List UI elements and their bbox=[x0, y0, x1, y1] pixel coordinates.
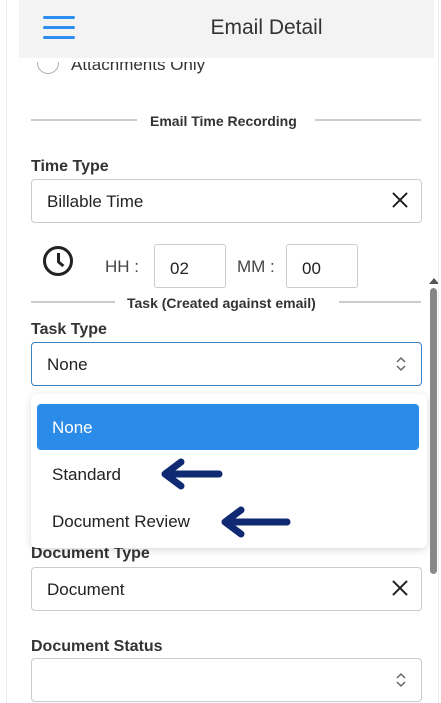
document-status-label: Document Status bbox=[31, 638, 163, 655]
header-bar: Email Detail bbox=[19, 0, 434, 58]
option-label: None bbox=[52, 418, 93, 437]
divider-right bbox=[339, 301, 421, 303]
clear-icon[interactable] bbox=[391, 579, 409, 597]
clock-icon bbox=[43, 246, 73, 276]
select-chevron-icon bbox=[396, 356, 406, 372]
minutes-input[interactable]: 00 bbox=[286, 244, 358, 288]
option-none[interactable]: None bbox=[37, 404, 419, 450]
document-type-value: Document bbox=[47, 580, 125, 599]
document-status-select[interactable] bbox=[31, 658, 422, 702]
divider-right bbox=[315, 119, 421, 121]
minutes-value: 00 bbox=[302, 259, 321, 278]
time-type-field[interactable]: Billable Time bbox=[31, 179, 422, 223]
hamburger-menu-icon[interactable] bbox=[43, 14, 75, 40]
vertical-scrollbar[interactable] bbox=[428, 278, 438, 700]
app-frame: Email Detail Attachments Only Email Time… bbox=[6, 0, 439, 703]
document-type-field[interactable]: Document bbox=[31, 567, 422, 611]
radio-label: Attachments Only bbox=[71, 62, 206, 74]
option-label: Standard bbox=[52, 465, 121, 484]
task-type-label: Task Type bbox=[31, 321, 107, 338]
option-label: Document Review bbox=[52, 512, 190, 531]
option-standard[interactable]: Standard bbox=[37, 451, 419, 497]
arrow-left-icon bbox=[221, 506, 291, 538]
page-title: Email Detail bbox=[210, 16, 323, 39]
attachments-only-option[interactable]: Attachments Only bbox=[31, 62, 331, 86]
time-type-label: Time Type bbox=[31, 158, 109, 175]
divider-left bbox=[31, 119, 137, 121]
radio-button[interactable] bbox=[37, 62, 59, 74]
scroll-thumb[interactable] bbox=[430, 288, 437, 574]
divider-left bbox=[31, 301, 115, 303]
task-type-select[interactable]: None bbox=[31, 342, 422, 386]
minutes-label: MM : bbox=[237, 257, 275, 276]
scroll-up-icon[interactable] bbox=[429, 278, 438, 284]
hours-label: HH : bbox=[105, 257, 139, 276]
clear-icon[interactable] bbox=[391, 191, 409, 209]
hours-input[interactable]: 02 bbox=[154, 244, 226, 288]
section-title-time: Email Time Recording bbox=[150, 113, 297, 129]
task-type-value: None bbox=[47, 355, 88, 374]
select-chevron-icon bbox=[396, 672, 406, 688]
section-title-task: Task (Created against email) bbox=[127, 295, 316, 311]
time-type-value: Billable Time bbox=[47, 192, 144, 211]
arrow-left-icon bbox=[161, 458, 223, 490]
hours-value: 02 bbox=[170, 259, 189, 278]
